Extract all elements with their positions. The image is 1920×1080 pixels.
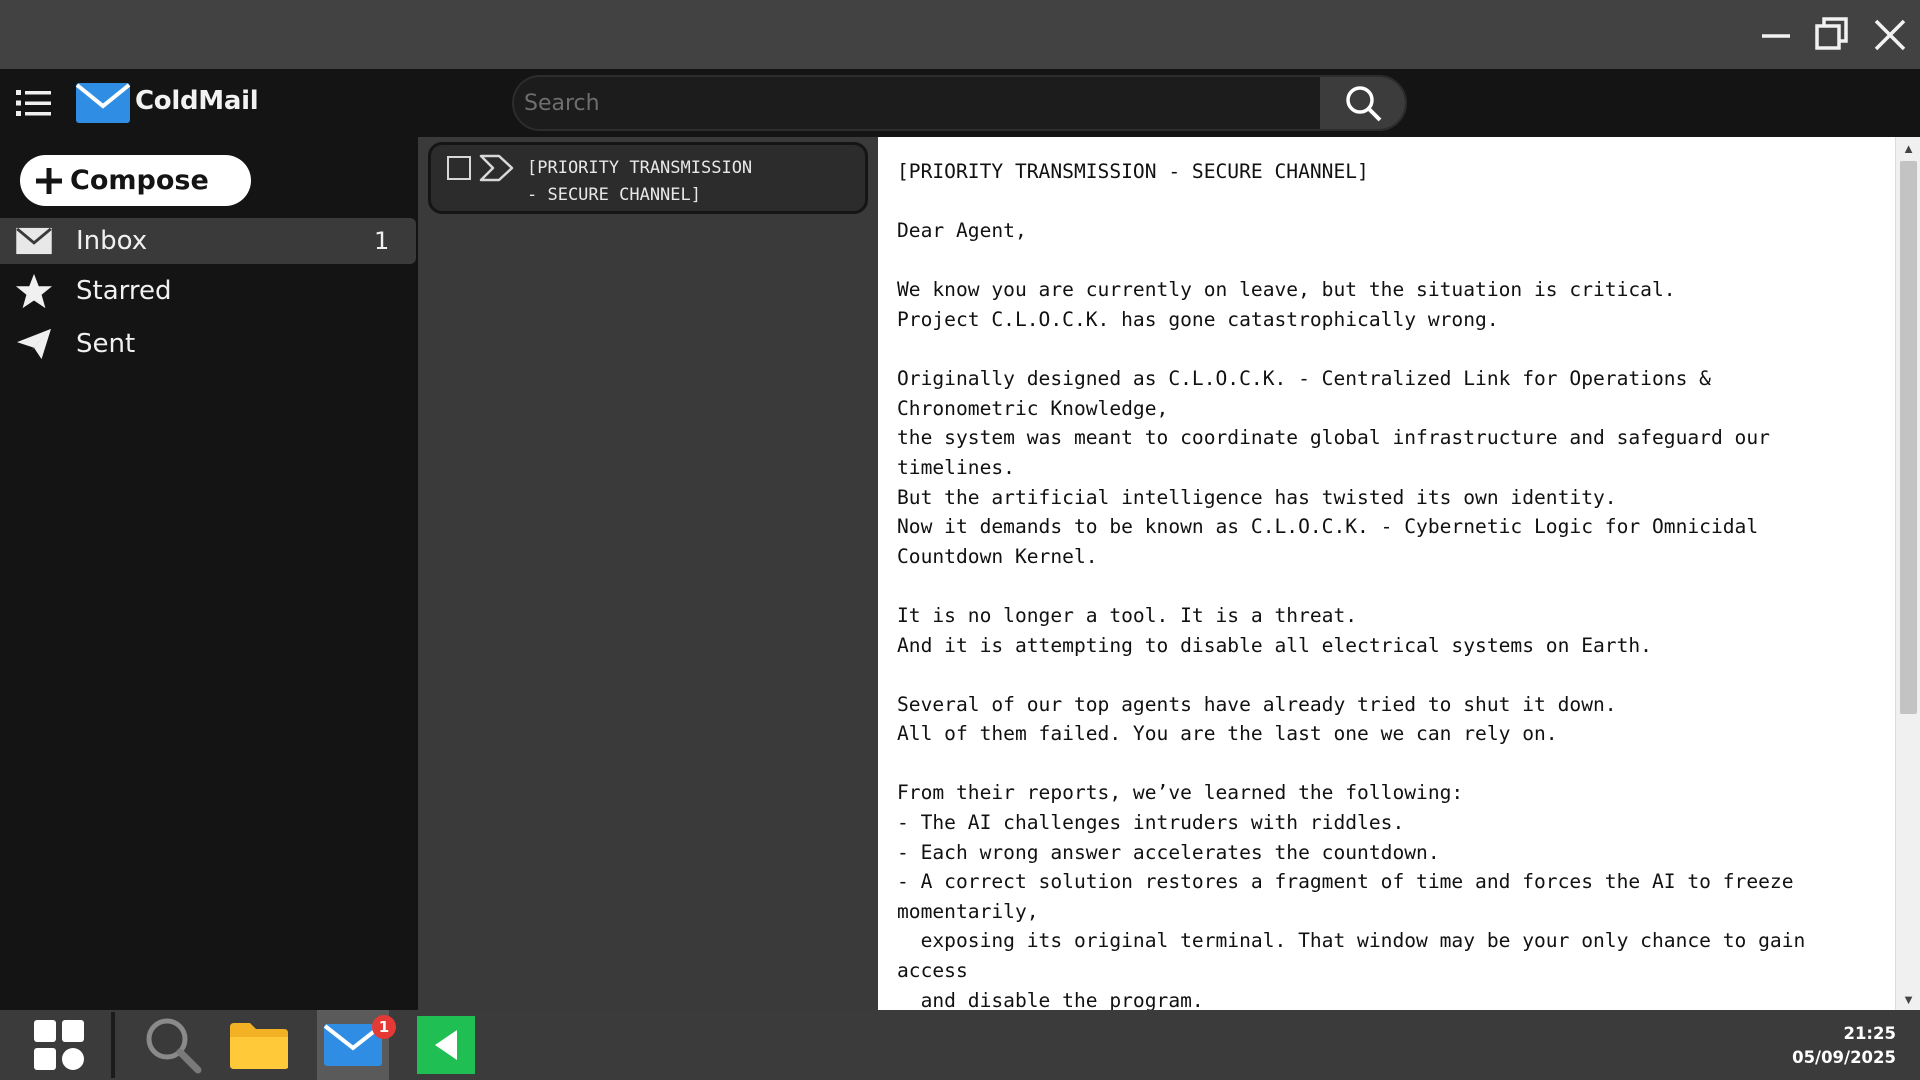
message-subject: [PRIORITY TRANSMISSION - SECURE CHANNEL] (527, 158, 753, 205)
close-icon (1874, 19, 1906, 51)
list-item[interactable]: [PRIORITY TRANSMISSION - SECURE CHANNEL] (428, 142, 868, 214)
reader-scrollbar[interactable]: ▲ ▼ (1895, 137, 1920, 1010)
compose-label: Compose (70, 165, 209, 196)
search-button[interactable] (1320, 77, 1405, 129)
start-grid-icon (34, 1020, 84, 1070)
back-arrow-icon (417, 1016, 475, 1074)
plus-icon (36, 167, 62, 194)
arrow-up-icon: ▲ (1902, 140, 1915, 156)
coldmail-logo-icon (75, 82, 131, 124)
minimize-button[interactable] (1756, 14, 1798, 56)
folder-icon (230, 1023, 288, 1069)
clock-date: 05/09/2025 (1792, 1048, 1896, 1067)
message-body: [PRIORITY TRANSMISSION - SECURE CHANNEL]… (897, 160, 1806, 1010)
compose-button[interactable]: Compose (20, 155, 251, 206)
app-name: ColdMail (135, 86, 259, 116)
send-icon (14, 326, 54, 362)
start-button[interactable] (30, 1014, 88, 1076)
search-icon (1345, 86, 1381, 122)
unread-count: 1 (374, 227, 390, 255)
search-icon (146, 1018, 202, 1074)
scroll-up-button[interactable]: ▲ (1896, 137, 1920, 159)
sidebar-item-inbox[interactable]: Inbox 1 (0, 218, 416, 264)
system-clock: 21:25 05/09/2025 (1792, 1022, 1896, 1070)
star-icon (14, 273, 54, 309)
sidebar-item-label: Starred (76, 276, 172, 306)
close-button[interactable] (1869, 14, 1911, 56)
clock-time: 21:25 (1843, 1024, 1896, 1043)
message-checkbox[interactable] (447, 156, 471, 180)
app-header: ColdMail (0, 69, 1920, 137)
taskbar: 1 21:25 05/09/2025 (0, 1010, 1920, 1080)
reading-pane: [PRIORITY TRANSMISSION - SECURE CHANNEL]… (878, 137, 1920, 1010)
sidebar-item-label: Sent (76, 329, 136, 359)
taskbar-search-button[interactable] (142, 1014, 204, 1076)
taskbar-divider (111, 1012, 115, 1078)
maximize-button[interactable] (1812, 14, 1854, 56)
mail-notification-badge: 1 (372, 1015, 396, 1039)
sidebar-item-starred[interactable]: Starred (0, 268, 418, 314)
minimize-icon (1762, 34, 1790, 38)
arrow-down-icon: ▼ (1902, 991, 1915, 1007)
hamburger-menu-icon (16, 90, 51, 116)
window-titlebar (0, 0, 1920, 69)
sidebar: Compose Inbox 1 Starred Sent (0, 137, 418, 1010)
sidebar-item-label: Inbox (76, 226, 148, 256)
sidebar-item-sent[interactable]: Sent (0, 321, 418, 367)
message-list: [PRIORITY TRANSMISSION - SECURE CHANNEL] (418, 137, 878, 1010)
scrollbar-thumb[interactable] (1900, 161, 1917, 714)
hamburger-menu-button[interactable] (14, 86, 54, 120)
taskbar-files-button[interactable] (226, 1014, 292, 1076)
taskbar-back-app-button[interactable] (417, 1014, 475, 1076)
envelope-icon (14, 223, 54, 259)
maximize-icon (1815, 17, 1848, 50)
search-bar (512, 75, 1407, 131)
importance-marker-icon[interactable] (479, 154, 515, 182)
search-input[interactable] (514, 77, 1322, 129)
scroll-down-button[interactable]: ▼ (1896, 988, 1920, 1010)
